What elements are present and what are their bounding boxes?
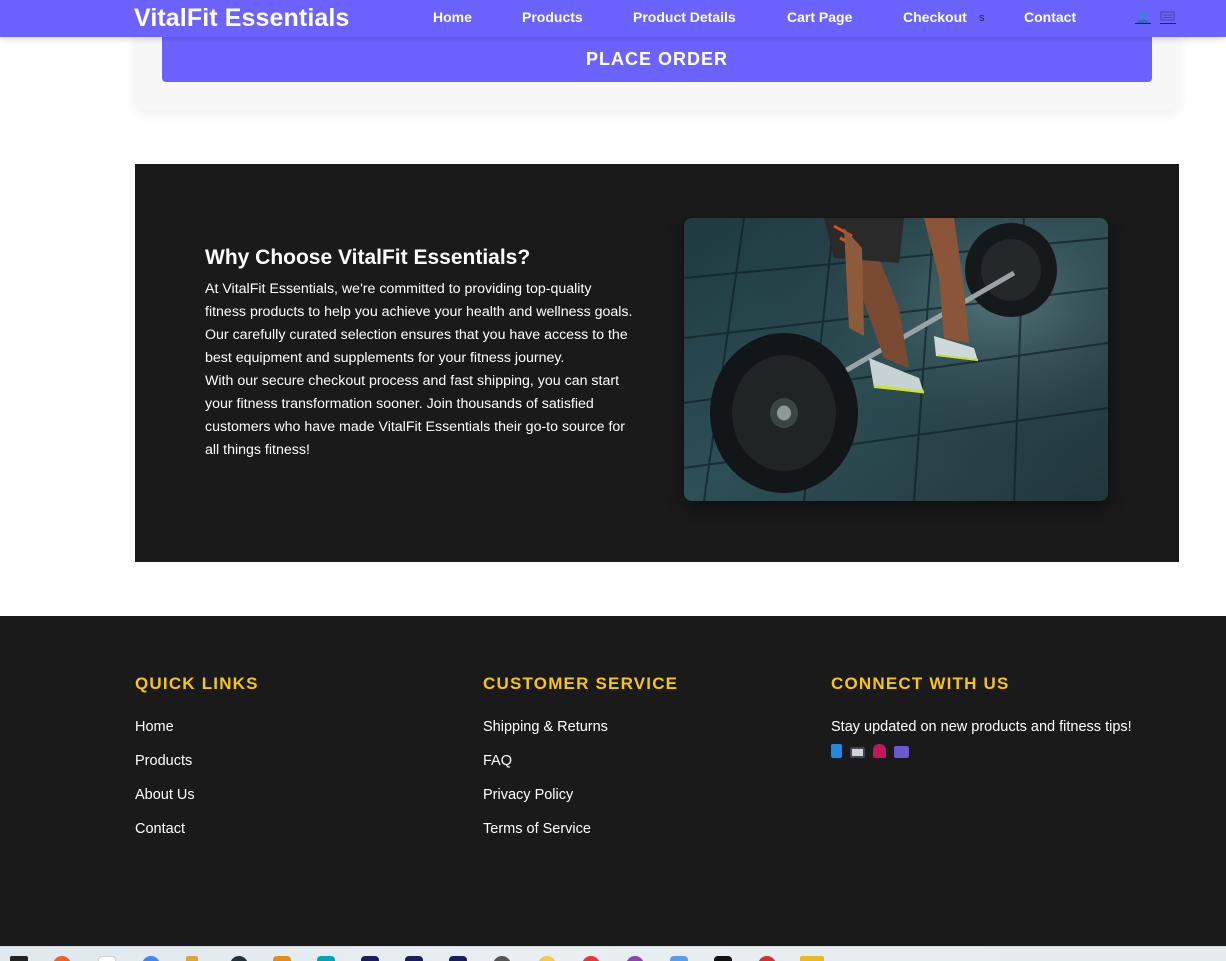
app-red2-icon[interactable] [758,956,776,961]
app-pen-icon[interactable] [186,956,198,961]
customer-service-heading: CUSTOMER SERVICE [483,674,679,693]
footer-link-products[interactable]: Products [135,753,259,770]
footer-quick-links: QUICK LINKS Home Products About Us Conta… [135,674,259,855]
user-icon[interactable] [1135,11,1151,24]
app-red-icon[interactable] [582,956,600,961]
folder-icon[interactable] [800,956,824,961]
footer-link-privacy-policy[interactable]: Privacy Policy [483,787,678,804]
why-paragraph-2: With our secure checkout process and fas… [205,373,626,458]
twitter-icon[interactable] [873,744,886,758]
barbell-photo-illustration [684,218,1108,501]
app-gray-icon[interactable] [493,956,511,961]
nav-stray-text: s [979,12,985,24]
facebook-icon[interactable] [831,744,842,758]
nav-cart-page[interactable]: Cart Page [787,9,852,25]
chrome-icon[interactable] [142,956,160,961]
calendar-icon[interactable] [670,956,688,961]
nav-products[interactable]: Products [522,9,583,25]
footer-customer-service: CUSTOMER SERVICE Shipping & Returns FAQ … [483,674,678,855]
app-black-icon[interactable] [714,956,732,961]
site-header: VitalFit Essentials Home Products Produc… [0,0,1226,37]
nav-product-details[interactable]: Product Details [633,9,736,25]
why-choose-section: Why Choose VitalFit Essentials? At Vital… [135,164,1179,562]
barbell-deadlift-image [684,218,1108,501]
app-yellow-icon[interactable] [538,956,556,961]
footer-link-faq[interactable]: FAQ [483,753,678,770]
footer-link-terms-of-service[interactable]: Terms of Service [483,821,678,838]
footer-link-shipping-returns[interactable]: Shipping & Returns [483,719,678,736]
nav-checkout[interactable]: Checkout [903,9,967,25]
why-paragraph-1: At VitalFit Essentials, we're committed … [205,281,633,366]
instagram-icon[interactable] [850,747,865,758]
app-teal-icon[interactable] [317,956,335,961]
app-white-icon[interactable] [98,956,116,961]
app-orange-icon[interactable] [53,956,71,961]
brand-logo[interactable]: VitalFit Essentials [134,4,349,33]
nav-contact[interactable]: Contact [1024,9,1076,25]
social-links [831,744,1132,758]
os-taskbar [0,946,1226,961]
app-purple-icon[interactable] [626,956,644,961]
footer-link-contact[interactable]: Contact [135,821,259,838]
youtube-icon[interactable] [894,746,909,758]
app-navy-icon[interactable] [361,956,379,961]
app-navy2-icon[interactable] [405,956,423,961]
quick-links-heading: QUICK LINKS [135,674,259,693]
why-choose-title: Why Choose VitalFit Essentials? [205,246,531,269]
why-choose-body: At VitalFit Essentials, we're committed … [205,278,633,462]
connect-text: Stay updated on new products and fitness… [831,719,1132,735]
footer-connect: CONNECT WITH US Stay updated on new prod… [831,674,1132,758]
cart-icon[interactable] [1160,11,1176,24]
footer-link-about-us[interactable]: About Us [135,787,259,804]
app-orange-square-icon[interactable] [273,956,291,961]
footer-link-home[interactable]: Home [135,719,259,736]
nav-home[interactable]: Home [433,9,472,25]
app-dark-icon[interactable] [230,956,248,961]
app-navy3-icon[interactable] [449,956,467,961]
epic-games-icon[interactable] [10,956,28,961]
connect-heading: CONNECT WITH US [831,674,1010,693]
site-footer: QUICK LINKS Home Products About Us Conta… [0,616,1226,946]
